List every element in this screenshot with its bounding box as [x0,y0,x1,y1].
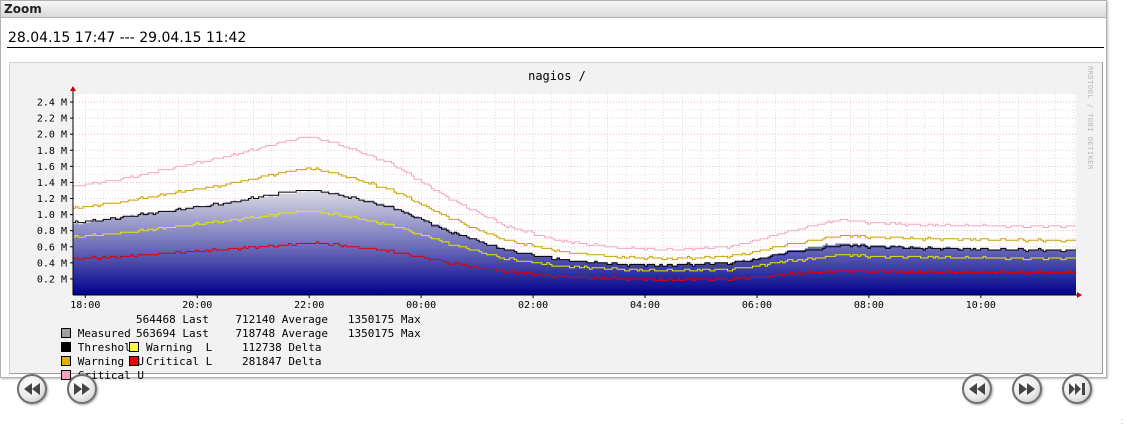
y-tick-label: 0.8 M [37,226,67,237]
y-tick-label: 1.2 M [37,194,67,205]
legend-row-critical: Critical U Critical L 281847 Delta [21,355,321,382]
fast-forward-button[interactable] [67,374,97,404]
rewind-icon [969,383,985,395]
legend-stats: 563694 Last 718748 Average 1350175 Max [136,327,421,340]
skip-to-end-button[interactable] [1062,374,1092,404]
x-tick-label: 08:00 [854,300,884,311]
rewind-icon [24,383,40,395]
legend-stats: 112738 Delta [242,341,322,354]
fast-forward-icon [1019,383,1035,395]
legend-swatch [60,370,71,380]
legend-stats: 564468 Last 712140 Average 1350175 Max [136,313,421,326]
rewind-button-right[interactable] [962,374,992,404]
y-tick-label: 1.0 M [37,210,67,221]
legend: Measured 564468 Last 712140 Average 1350… [21,313,421,382]
x-tick-label: 06:00 [742,300,772,311]
rewind-button[interactable] [17,374,47,404]
legend-label: Warning L [146,341,213,354]
x-tick-label: 04:00 [630,300,660,311]
legend-label: Critical L [146,355,213,368]
x-tick-label: 00:00 [406,300,436,311]
x-tick-label: 18:00 [70,300,100,311]
y-tick-label: 1.4 M [37,178,67,189]
zoom-window: Zoom 28.04.15 17:47 --- 29.04.15 11:42 n… [0,0,1107,382]
fast-forward-icon [74,383,90,395]
legend-stats: 281847 Delta [242,355,322,368]
y-tick-label: 2.0 M [37,130,67,141]
y-tick-label: 1.6 M [37,162,67,173]
y-tick-label: 0.2 M [37,274,67,285]
legend-row-threshold: Threshold 563694 Last 718748 Average 135… [21,327,421,354]
y-tick-label: 2.4 M [37,98,67,109]
x-tick-label: 02:00 [518,300,548,311]
fast-forward-button-right[interactable] [1012,374,1042,404]
y-axis-arrow [70,86,76,91]
y-tick-label: 0.4 M [37,258,67,269]
x-tick-label: 20:00 [182,300,212,311]
legend-row-measured: Measured 564468 Last 712140 Average 1350… [21,313,421,340]
y-tick-label: 2.2 M [37,114,67,125]
y-tick-label: 1.8 M [37,146,67,157]
skip-to-end-icon [1069,383,1085,395]
x-axis-arrow [1077,292,1082,298]
y-tick-label: 0.6 M [37,242,67,253]
x-tick-label: 10:00 [966,300,996,311]
legend-swatch [129,356,139,366]
legend-label-secondary: Critical L [129,355,212,369]
legend-swatch [129,342,139,352]
legend-label-secondary: Warning L [129,341,212,355]
x-tick-label: 22:00 [294,300,324,311]
legend-row-warning: Warning U Warning L 112738 Delta [21,341,321,368]
